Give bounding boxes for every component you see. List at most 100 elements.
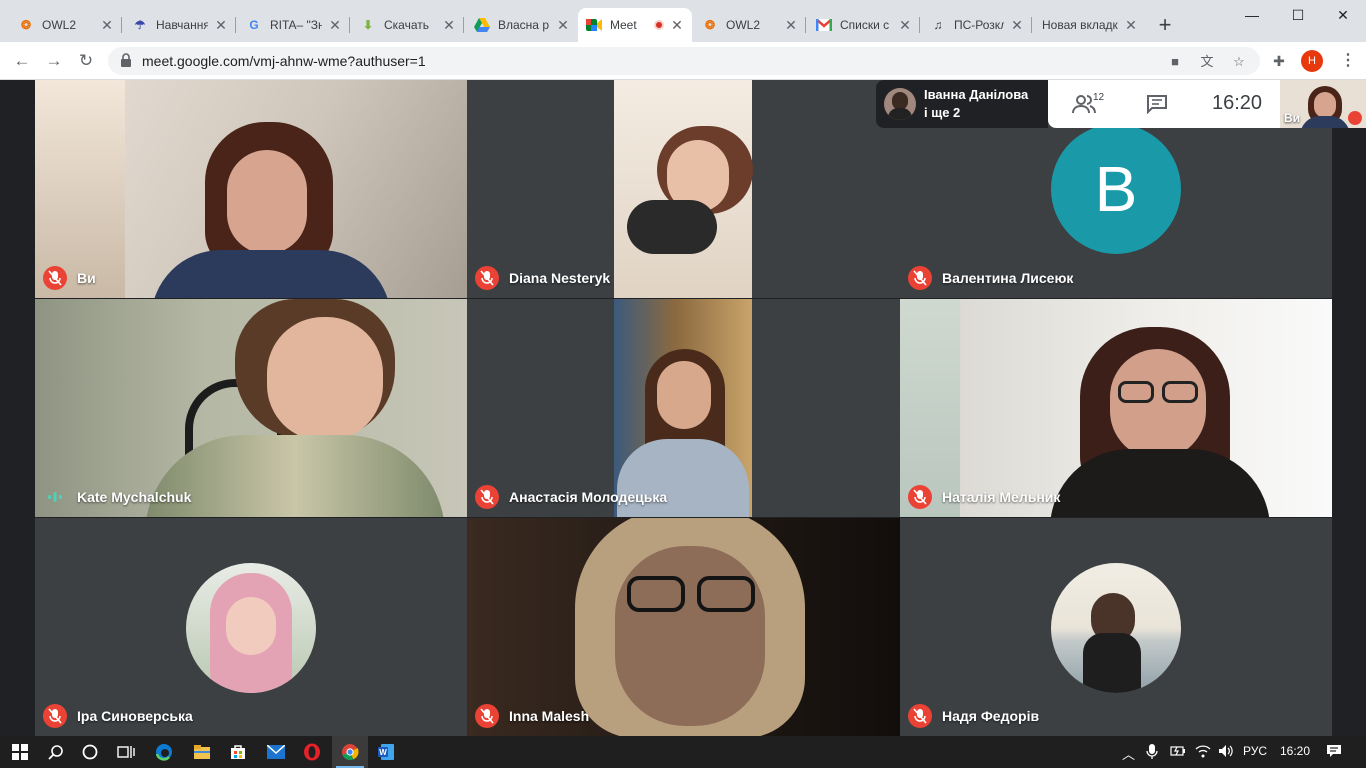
star-icon[interactable]: ☆ <box>1230 53 1248 71</box>
close-icon[interactable]: ✕ <box>1124 17 1138 34</box>
minimize-button[interactable]: — <box>1229 0 1275 30</box>
participant-name: Наталія Мельник <box>942 489 1061 505</box>
tab-title: OWL2 <box>726 18 761 32</box>
camera-icon[interactable]: ■ <box>1166 53 1184 71</box>
mic-off-icon <box>908 485 932 509</box>
address-bar[interactable]: meet.google.com/vmj-ahnw-wme?authuser=1 … <box>108 47 1260 75</box>
word-icon[interactable]: W <box>374 740 398 764</box>
recording-icon <box>654 20 664 30</box>
tab-title: Навчання <box>156 18 208 32</box>
google-g-icon: G <box>249 18 259 32</box>
tab-owl2-second[interactable]: ❂ OWL2 ✕ <box>694 8 806 42</box>
close-window-button[interactable]: ✕ <box>1320 0 1366 30</box>
close-icon[interactable]: ✕ <box>784 17 798 34</box>
participant-tile-nataliia[interactable]: Наталія Мельник <box>900 299 1332 517</box>
edge-browser-icon[interactable] <box>152 740 176 764</box>
meeting-clock: 16:20 <box>1212 92 1263 114</box>
cortana-icon[interactable] <box>78 740 102 764</box>
close-icon[interactable]: ✕ <box>328 17 342 34</box>
google-drive-icon <box>474 17 490 33</box>
windows-start-icon[interactable] <box>8 740 32 764</box>
tab-spysky[interactable]: Списки с ✕ <box>808 8 920 42</box>
close-icon[interactable]: ✕ <box>214 17 228 34</box>
guitar-icon: ♫ <box>933 18 943 32</box>
presenter-text: Іванна Данілова і ще 2 <box>924 86 1028 122</box>
participant-tile-anastasiia[interactable]: Анастасія Молодецька <box>467 299 900 517</box>
mic-off-icon <box>475 704 499 728</box>
keyboard-language[interactable]: РУС <box>1243 744 1267 758</box>
close-icon[interactable]: ✕ <box>670 17 684 34</box>
tab-meet[interactable]: Meet ✕ <box>578 8 692 42</box>
tab-rita[interactable]: G RITA– "Зн ✕ <box>238 8 350 42</box>
close-icon[interactable]: ✕ <box>100 17 114 34</box>
close-icon[interactable]: ✕ <box>442 17 456 34</box>
tab-title: Списки с <box>840 18 890 32</box>
close-icon[interactable]: ✕ <box>1010 17 1024 34</box>
speaking-indicator-icon <box>48 492 62 502</box>
participant-name: Diana Nesteryk <box>509 270 611 286</box>
show-hidden-icons-icon[interactable]: ︿ <box>1122 744 1135 763</box>
mic-off-icon <box>43 704 67 728</box>
chat-icon[interactable] <box>1146 94 1168 114</box>
file-explorer-icon[interactable] <box>190 740 214 764</box>
tab-title: ПС-Розкл <box>954 18 1004 32</box>
translate-icon[interactable]: 文 <box>1198 53 1216 71</box>
participant-name: Ви <box>77 270 96 286</box>
volume-icon[interactable] <box>1218 744 1234 761</box>
wifi-icon[interactable] <box>1195 744 1211 761</box>
meet-grid: Ви Diana Nesteryk B Валентина Лисеюк Kat… <box>0 80 1366 736</box>
participant-avatar: B <box>1051 124 1181 254</box>
search-icon[interactable] <box>44 740 68 764</box>
mic-off-icon <box>475 266 499 290</box>
mic-off-icon <box>1348 111 1362 125</box>
profile-avatar[interactable]: H <box>1301 50 1323 72</box>
participant-tile-inna[interactable]: Inna Malesh <box>467 518 900 736</box>
tab-title: Meet <box>610 18 637 32</box>
tab-ps-rozkl[interactable]: ♫ ПС-Розкл ✕ <box>922 8 1032 42</box>
participant-tile-ira[interactable]: Іра Синоверська <box>35 518 467 736</box>
reload-icon[interactable]: ↻ <box>74 49 98 73</box>
self-view-label: Ви <box>1284 111 1301 125</box>
presenter-info[interactable]: Іванна Данілова і ще 2 <box>876 80 1048 128</box>
task-view-icon[interactable] <box>114 740 138 764</box>
opera-icon[interactable] <box>300 740 324 764</box>
participant-tile-nadia[interactable]: Надя Федорів <box>900 518 1332 736</box>
more-vert-icon[interactable]: ⋮ <box>1340 50 1356 72</box>
forward-arrow-icon[interactable]: → <box>42 49 66 73</box>
back-arrow-icon[interactable]: ← <box>10 49 34 73</box>
tab-title: OWL2 <box>42 18 77 32</box>
download-arrow-icon: ⬇ <box>362 18 374 32</box>
lock-icon <box>121 53 131 67</box>
participant-tile-self[interactable]: Ви <box>35 80 467 298</box>
chrome-icon[interactable] <box>338 740 362 764</box>
tab-skachat[interactable]: ⬇ Скачать ✕ <box>352 8 464 42</box>
tab-title: Новая вкладк <box>1042 18 1118 32</box>
maximize-button[interactable]: ☐ <box>1275 0 1321 30</box>
notifications-icon[interactable] <box>1326 744 1342 761</box>
participant-name: Inna Malesh <box>509 708 590 724</box>
mic-off-icon <box>908 704 932 728</box>
participant-tile-kate[interactable]: Kate Mychalchuk <box>35 299 467 517</box>
puzzle-extensions-icon[interactable]: ✚ <box>1269 51 1289 71</box>
mail-icon[interactable] <box>264 740 288 764</box>
tab-title: Скачать <box>384 18 429 32</box>
tab-owl2[interactable]: ❂ OWL2 ✕ <box>10 8 122 42</box>
tab-new[interactable]: Новая вкладк ✕ <box>1034 8 1146 42</box>
presenter-others: і ще 2 <box>924 105 961 120</box>
participant-tile-diana[interactable]: Diana Nesteryk <box>467 80 900 298</box>
battery-charging-icon[interactable] <box>1170 744 1186 761</box>
participant-name: Валентина Лисеюк <box>942 270 1074 286</box>
tab-navchannia[interactable]: ☂ Навчання ✕ <box>124 8 236 42</box>
store-icon[interactable] <box>226 740 250 764</box>
meet-control-bar: 12 16:20 <box>1048 80 1280 128</box>
close-icon[interactable]: ✕ <box>898 17 912 34</box>
close-icon[interactable]: ✕ <box>556 17 570 34</box>
new-tab-button[interactable]: + <box>1153 13 1177 37</box>
microphone-icon[interactable] <box>1146 744 1158 763</box>
mic-off-icon <box>908 266 932 290</box>
gmail-icon <box>816 17 832 33</box>
tab-vlasna[interactable]: Власна р ✕ <box>466 8 578 42</box>
system-clock[interactable]: 16:20 <box>1280 744 1310 758</box>
self-view-thumbnail[interactable]: Ви <box>1280 80 1366 128</box>
participant-count-badge: 12 <box>1093 92 1105 103</box>
